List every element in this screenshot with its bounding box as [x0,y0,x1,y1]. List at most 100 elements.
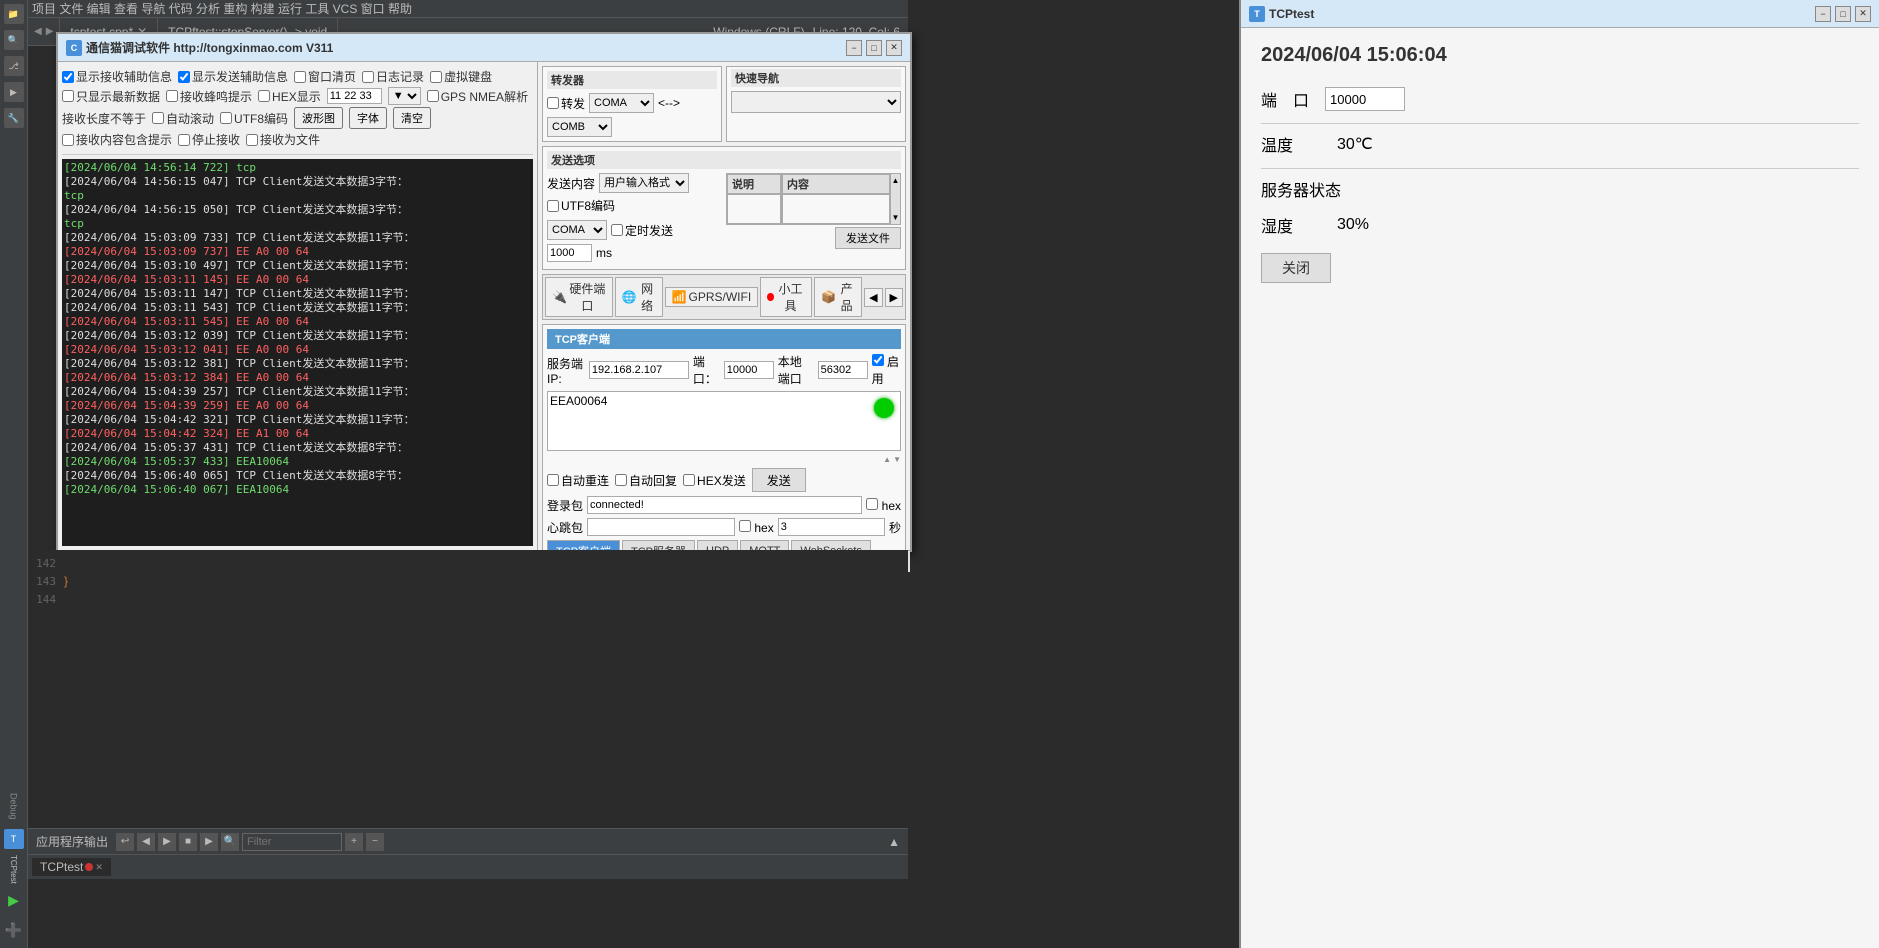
waveform-btn[interactable]: 波形图 [294,107,343,129]
quicknav-select[interactable] [731,91,901,113]
ao-search-btn[interactable]: 🔍 [221,833,239,851]
ao-next-btn[interactable]: ▶ [158,833,176,851]
window-clear-label[interactable]: 窗口清页 [294,68,356,85]
ao-filter-input[interactable] [242,833,342,851]
maximize-btn[interactable]: □ [866,40,882,56]
tcptest-port-input[interactable] [1325,87,1405,111]
clear-btn[interactable]: 清空 [393,107,431,129]
hex-send-label[interactable]: HEX发送 [683,472,746,489]
com-select[interactable]: COMA [547,220,607,240]
toolbar-tab-gprs[interactable]: 📶 GPRS/WIFI [665,287,759,307]
login-hex-cb[interactable] [866,498,878,510]
tcptest-sidebar-icon[interactable]: T [4,829,24,849]
beep-label[interactable]: 接收蜂鸣提示 [166,88,252,105]
enable-label[interactable]: 启用 [872,353,901,387]
toolbar-tab-tools[interactable]: 小工具 [760,277,812,317]
only-latest-label[interactable]: 只显示最新数据 [62,88,160,105]
toolbar-tab-network[interactable]: 🌐 网络 [615,277,663,317]
ao-rerun-btn[interactable]: ↩ [116,833,134,851]
tcp-input-area[interactable]: EEA00064 [547,391,901,451]
auto-reconnect-cb[interactable] [547,474,559,486]
auto-reply-cb[interactable] [615,474,627,486]
debug-run-icon[interactable]: ▶ [4,890,24,910]
ao-stop-btn[interactable]: ■ [179,833,197,851]
show-recv-help-label[interactable]: 显示接收辅助信息 [62,68,172,85]
login-input[interactable] [587,496,862,514]
utf8-send-label[interactable]: UTF8编码 [547,197,615,214]
tcptest-maximize-btn[interactable]: □ [1835,6,1851,22]
run-tab-tcptest[interactable]: TCPtest ✕ [32,858,111,876]
ao-prev-btn[interactable]: ◀ [137,833,155,851]
timed-send-label[interactable]: 定时发送 [611,222,673,239]
run-tab-close[interactable]: ✕ [95,862,103,873]
stop-recv-label[interactable]: 停止接收 [178,131,240,148]
gps-nmea-cb[interactable] [427,90,439,102]
recv-to-file-cb[interactable] [246,134,258,146]
project-icon[interactable]: 📁 [4,4,24,24]
local-port-input[interactable] [818,361,868,379]
close-btn[interactable]: ✕ [886,40,902,56]
log-cb[interactable] [362,71,374,83]
send-file-btn[interactable]: 发送文件 [835,227,901,249]
hex-val-input[interactable] [327,88,382,104]
gps-nmea-label[interactable]: GPS NMEA解析 [427,88,528,105]
tcptest-close-btn[interactable]: ✕ [1855,6,1871,22]
server-ip-input[interactable] [589,361,689,379]
auto-reply-label[interactable]: 自动回复 [615,472,677,489]
close-server-btn[interactable]: 关闭 [1261,253,1331,283]
relay-from-select[interactable]: COMACOMBCOMC [589,93,654,113]
enable-cb[interactable] [872,354,884,366]
tcp-send-btn[interactable]: 发送 [752,468,806,492]
run-icon[interactable]: ▶ [4,82,24,102]
utf8-label[interactable]: UTF8编码 [220,110,288,127]
heartbeat-hex-cb[interactable] [739,520,751,532]
hex-select[interactable]: ▼ [388,87,421,105]
hex-send-cb[interactable] [683,474,695,486]
port-input[interactable] [724,361,774,379]
hex-display-label[interactable]: HEX显示 [258,88,321,105]
login-hex-label[interactable]: hex [866,498,901,513]
utf8-send-cb[interactable] [547,200,559,212]
log-label[interactable]: 日志记录 [362,68,424,85]
utf8-cb[interactable] [220,112,232,124]
relay-to-select[interactable]: COMBCOMACOMC [547,117,612,137]
ao-play-btn[interactable]: ▶ [200,833,218,851]
virtual-kbd-label[interactable]: 虚拟键盘 [430,68,492,85]
heartbeat-input[interactable] [587,518,735,536]
forward-btn[interactable]: ▶ [46,26,54,37]
ao-minus-btn[interactable]: − [366,833,384,851]
ao-plus-btn[interactable]: + [345,833,363,851]
tcptest-minimize-btn[interactable]: − [1815,6,1831,22]
toolbar-next-btn[interactable]: ▶ [885,288,903,307]
window-clear-cb[interactable] [294,71,306,83]
timed-interval-input[interactable] [547,244,592,262]
plus-icon[interactable]: ➕ [4,920,24,940]
recv-content-cb[interactable] [62,134,74,146]
show-recv-help-cb[interactable] [62,71,74,83]
show-send-help-cb[interactable] [178,71,190,83]
timed-send-cb[interactable] [611,224,623,236]
font-btn[interactable]: 字体 [349,107,387,129]
search-icon[interactable]: 🔍 [4,30,24,50]
recv-to-file-label[interactable]: 接收为文件 [246,131,320,148]
git-icon[interactable]: ⎇ [4,56,24,76]
show-send-help-label[interactable]: 显示发送辅助信息 [178,68,288,85]
auto-send-label[interactable]: 自动滚动 [152,110,214,127]
forward-label[interactable]: 转发 [547,95,585,112]
auto-send-cb[interactable] [152,112,164,124]
recv-content-tip-label[interactable]: 接收内容包含提示 [62,131,172,148]
scrollbar[interactable]: ▲ ▼ [890,174,900,224]
virtual-kbd-cb[interactable] [430,71,442,83]
toolbar-prev-btn[interactable]: ◀ [864,288,882,307]
only-latest-cb[interactable] [62,90,74,102]
heartbeat-hex-label[interactable]: hex [739,520,774,535]
beep-cb[interactable] [166,90,178,102]
forward-cb[interactable] [547,97,559,109]
toolbar-tab-product[interactable]: 📦 产品 [814,277,862,317]
app-output-collapse-btn[interactable]: ▲ [888,835,900,849]
back-btn[interactable]: ◀ [34,26,42,37]
auto-reconnect-label[interactable]: 自动重连 [547,472,609,489]
stop-recv-cb[interactable] [178,134,190,146]
toolbar-tab-hardware[interactable]: 🔌 硬件端口 [545,277,613,317]
heartbeat-interval-input[interactable] [778,518,885,536]
